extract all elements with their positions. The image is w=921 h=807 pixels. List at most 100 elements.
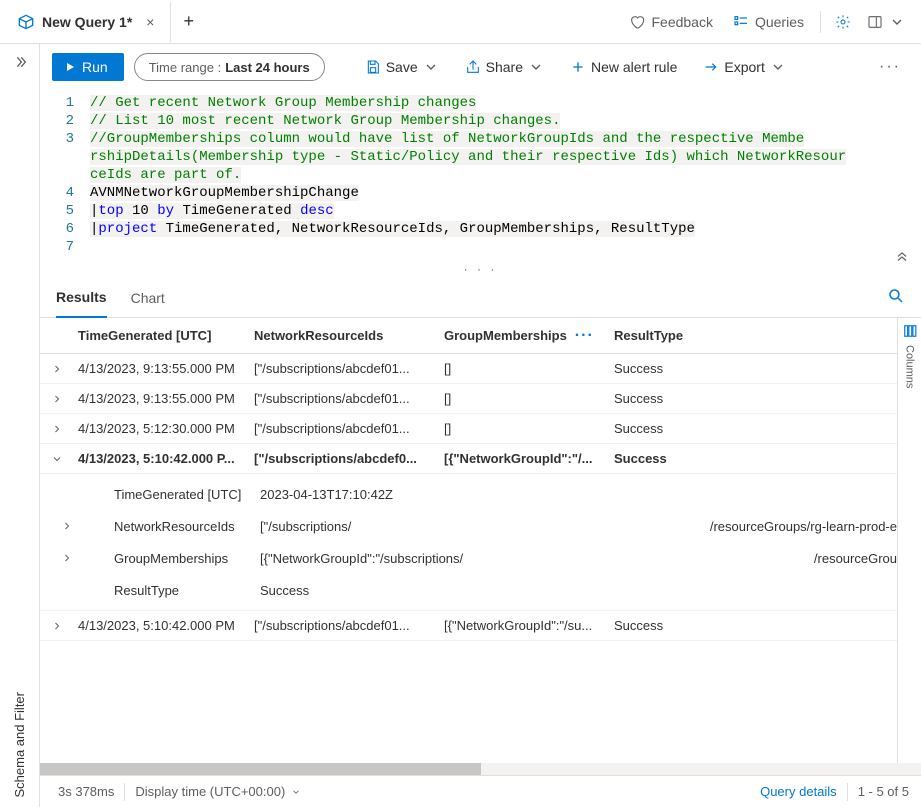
table-row[interactable]: 4/13/2023, 9:13:55.000 PM["/subscription… xyxy=(40,354,897,384)
cell-resulttype: Success xyxy=(614,361,897,376)
close-icon[interactable]: × xyxy=(140,14,160,30)
editor-code[interactable]: // Get recent Network Group Membership c… xyxy=(90,94,921,256)
schema-rail-label[interactable]: Schema and Filter xyxy=(12,672,27,807)
cell-resulttype: Success xyxy=(614,391,897,406)
resize-handle[interactable]: · · · xyxy=(40,260,921,278)
time-range-picker[interactable]: Time range : Last 24 hours xyxy=(134,53,325,81)
cell-resulttype: Success xyxy=(614,421,897,436)
cell-timegenerated: 4/13/2023, 9:13:55.000 PM xyxy=(74,361,254,376)
horizontal-scrollbar[interactable] xyxy=(40,763,921,775)
scrollbar-thumb[interactable] xyxy=(40,763,481,775)
chevron-down-icon xyxy=(423,59,439,75)
feedback-button[interactable]: Feedback xyxy=(619,6,722,38)
panel-icon xyxy=(867,14,883,30)
share-icon xyxy=(465,59,481,75)
results-tabs: Results Chart xyxy=(40,278,921,318)
separator xyxy=(820,11,821,33)
table-row[interactable]: 4/13/2023, 5:10:42.000 PM["/subscription… xyxy=(40,611,897,641)
expand-row-button[interactable] xyxy=(40,393,74,405)
expand-row-button[interactable] xyxy=(40,453,74,465)
cell-networkresourceids: ["/subscriptions/abcdef01... xyxy=(254,361,444,376)
run-button[interactable]: Run xyxy=(52,53,124,81)
chevron-down-icon xyxy=(889,14,905,30)
new-alert-button[interactable]: New alert rule xyxy=(562,51,685,83)
elapsed-time: 3s 378ms xyxy=(52,784,114,799)
content: Run Time range : Last 24 hours Save Shar… xyxy=(40,44,921,807)
panel-button[interactable] xyxy=(859,6,913,38)
rail-expand-button[interactable] xyxy=(12,54,28,73)
queries-button[interactable]: Queries xyxy=(723,6,814,38)
settings-button[interactable] xyxy=(827,6,859,38)
export-button[interactable]: Export xyxy=(695,51,793,83)
heart-icon xyxy=(629,14,645,30)
cell-resulttype: Success xyxy=(614,618,897,633)
column-more-icon[interactable]: ··· xyxy=(575,327,594,345)
columns-rail[interactable]: Columns xyxy=(897,318,921,763)
collapse-editor-button[interactable] xyxy=(895,250,909,270)
add-tab-button[interactable]: + xyxy=(171,11,206,32)
header-timegenerated[interactable]: TimeGenerated [UTC] xyxy=(74,328,254,343)
topbar: New Query 1* × + Feedback Queries xyxy=(0,0,921,44)
save-icon xyxy=(365,59,381,75)
separator xyxy=(847,783,848,801)
new-alert-label: New alert rule xyxy=(591,59,677,75)
save-button[interactable]: Save xyxy=(357,51,447,83)
header-networkresourceids[interactable]: NetworkResourceIds xyxy=(254,328,444,343)
table-row[interactable]: 4/13/2023, 9:13:55.000 PM["/subscription… xyxy=(40,384,897,414)
run-label: Run xyxy=(82,59,108,75)
feedback-label: Feedback xyxy=(651,14,712,30)
expand-row-button[interactable] xyxy=(40,423,74,435)
cell-timegenerated: 4/13/2023, 5:10:42.000 P... xyxy=(74,451,254,466)
plus-icon xyxy=(570,59,586,75)
chevrons-right-icon xyxy=(12,54,28,70)
statusbar: 3s 378ms Display time (UTC+00:00) Query … xyxy=(40,775,921,807)
tab-chart[interactable]: Chart xyxy=(131,278,165,318)
results-search-button[interactable] xyxy=(887,287,905,308)
cell-groupmemberships: [] xyxy=(444,391,614,406)
queries-label: Queries xyxy=(755,14,804,30)
cell-groupmemberships: [] xyxy=(444,361,614,376)
columns-icon xyxy=(903,324,917,341)
table-row[interactable]: 4/13/2023, 5:10:42.000 P...["/subscripti… xyxy=(40,444,897,474)
save-label: Save xyxy=(386,59,418,75)
results-grid[interactable]: TimeGenerated [UTC] NetworkResourceIds G… xyxy=(40,318,897,763)
results-grid-wrap: TimeGenerated [UTC] NetworkResourceIds G… xyxy=(40,318,921,763)
play-icon xyxy=(64,61,76,73)
chevron-down-icon xyxy=(770,59,786,75)
chevron-down-icon xyxy=(528,59,544,75)
cell-timegenerated: 4/13/2023, 9:13:55.000 PM xyxy=(74,391,254,406)
separator xyxy=(124,783,125,801)
schema-rail: Schema and Filter xyxy=(0,44,40,807)
gear-icon xyxy=(835,14,851,30)
expand-detail-button[interactable] xyxy=(40,552,94,564)
expand-row-button[interactable] xyxy=(40,620,74,632)
time-range-value: Last 24 hours xyxy=(225,60,310,75)
cube-icon xyxy=(18,14,34,30)
share-button[interactable]: Share xyxy=(457,51,552,83)
display-time-button[interactable]: Display time (UTC+00:00) xyxy=(135,784,301,799)
export-icon xyxy=(703,59,719,75)
tab-title: New Query 1* xyxy=(42,14,132,30)
query-editor[interactable]: 1234567 // Get recent Network Group Memb… xyxy=(40,90,921,260)
chevron-down-icon xyxy=(291,787,301,797)
tab-results[interactable]: Results xyxy=(56,278,107,318)
query-details-link[interactable]: Query details xyxy=(760,784,837,799)
columns-rail-label: Columns xyxy=(904,345,916,388)
expand-detail-button[interactable] xyxy=(40,520,94,532)
grid-header: TimeGenerated [UTC] NetworkResourceIds G… xyxy=(40,318,897,354)
more-button[interactable]: ··· xyxy=(871,58,909,76)
cell-timegenerated: 4/13/2023, 5:12:30.000 PM xyxy=(74,421,254,436)
table-row[interactable]: 4/13/2023, 5:12:30.000 PM["/subscription… xyxy=(40,414,897,444)
header-groupmemberships[interactable]: GroupMemberships ··· xyxy=(444,327,614,345)
query-tab[interactable]: New Query 1* × xyxy=(8,2,171,42)
chevrons-up-icon xyxy=(895,250,909,264)
cell-groupmemberships: [] xyxy=(444,421,614,436)
expand-row-button[interactable] xyxy=(40,363,74,375)
search-icon xyxy=(887,287,905,305)
main: Schema and Filter Run Time range : Last … xyxy=(0,44,921,807)
header-resulttype[interactable]: ResultType xyxy=(614,328,897,343)
cell-groupmemberships: [{"NetworkGroupId":"/su... xyxy=(444,618,614,633)
cell-networkresourceids: ["/subscriptions/abcdef01... xyxy=(254,391,444,406)
queries-icon xyxy=(733,14,749,30)
page-info: 1 - 5 of 5 xyxy=(858,784,909,799)
